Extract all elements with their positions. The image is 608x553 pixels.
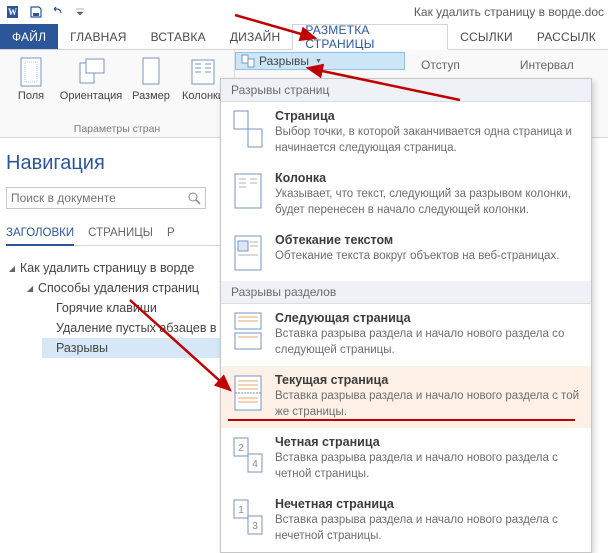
dd-title: Четная страница (275, 435, 581, 449)
oddpage-break-icon: 13 (231, 497, 265, 537)
dd-item-page[interactable]: Страница Выбор точки, в которой заканчив… (221, 102, 591, 164)
group-page-setup-label: Параметры стран (8, 121, 226, 135)
page-break-icon (231, 109, 265, 149)
columns-icon (187, 56, 219, 88)
undo-icon[interactable] (48, 3, 68, 21)
tab-mailings[interactable]: РАССЫЛК (525, 24, 608, 49)
tree-item-delete-paras[interactable]: Удаление пустых абзацев в (42, 318, 220, 338)
nav-title: Навигация (6, 152, 220, 175)
tab-page-layout[interactable]: РАЗМЕТКА СТРАНИЦЫ (292, 24, 448, 50)
dd-title: Страница (275, 109, 581, 123)
svg-text:W: W (8, 7, 17, 17)
chevron-down-icon: ▼ (315, 58, 322, 65)
margins-button[interactable]: Поля (8, 54, 54, 102)
breaks-dropdown: Разрывы страниц Страница Выбор точки, в … (220, 78, 592, 553)
size-icon (135, 56, 167, 88)
svg-text:4: 4 (252, 459, 258, 470)
collapse-icon[interactable]: ◢ (8, 264, 16, 273)
dd-title: Текущая страница (275, 373, 581, 387)
tab-file[interactable]: ФАЙЛ (0, 24, 58, 49)
title-bar: W Как удалить страницу в ворде.doc (0, 0, 608, 24)
nav-tab-pages[interactable]: СТРАНИЦЫ (88, 227, 153, 239)
nav-tabs: ЗАГОЛОВКИ СТРАНИЦЫ Р (6, 227, 220, 246)
tree-item-hotkeys[interactable]: Горячие клавиши (42, 298, 220, 318)
breaks-button[interactable]: Разрывы ▼ (235, 52, 405, 70)
nextpage-break-icon (231, 311, 265, 351)
orientation-label: Ориентация (60, 90, 122, 102)
nav-tab-headings[interactable]: ЗАГОЛОВКИ (6, 227, 74, 246)
evenpage-break-icon: 24 (231, 435, 265, 475)
tab-references[interactable]: ССЫЛКИ (448, 24, 525, 49)
dd-desc: Обтекание текста вокруг объектов на веб-… (275, 249, 581, 265)
nav-tab-results[interactable]: Р (167, 227, 175, 239)
word-app-icon[interactable]: W (4, 3, 24, 21)
dd-title: Обтекание текстом (275, 233, 581, 247)
dd-desc: Вставка разрыва раздела и начало нового … (275, 451, 581, 482)
size-button[interactable]: Размер (128, 54, 174, 102)
dd-title: Следующая страница (275, 311, 581, 325)
tab-insert[interactable]: ВСТАВКА (139, 24, 218, 49)
nav-search[interactable] (6, 187, 206, 209)
margins-label: Поля (18, 90, 44, 102)
svg-text:1: 1 (238, 505, 244, 516)
tree-item-methods[interactable]: ◢Способы удаления страниц (24, 278, 220, 298)
navigation-pane: Навигация ЗАГОЛОВКИ СТРАНИЦЫ Р ◢Как удал… (6, 152, 220, 358)
margins-icon (15, 56, 47, 88)
columns-label: Колонки (182, 90, 224, 102)
quick-access-toolbar: W (0, 3, 94, 21)
qat-customize-icon[interactable] (70, 3, 90, 21)
search-icon[interactable] (187, 191, 201, 205)
continuous-break-icon (231, 373, 265, 413)
svg-text:2: 2 (238, 443, 244, 454)
dd-item-evenpage[interactable]: 24 Четная страница Вставка разрыва разде… (221, 428, 591, 490)
nav-tree: ◢Как удалить страницу в ворде ◢Способы у… (6, 258, 220, 358)
textwrap-break-icon (231, 233, 265, 273)
dd-item-nextpage[interactable]: Следующая страница Вставка разрыва разде… (221, 304, 591, 366)
dd-title: Нечетная страница (275, 497, 581, 511)
breaks-label: Разрывы (259, 54, 309, 68)
size-label: Размер (132, 90, 170, 102)
interval-label: Интервал (520, 58, 574, 72)
tab-home[interactable]: ГЛАВНАЯ (58, 24, 138, 49)
window-title: Как удалить страницу в ворде.doc (414, 5, 608, 19)
dd-desc: Вставка разрыва раздела и начало нового … (275, 513, 581, 544)
dd-item-oddpage[interactable]: 13 Нечетная страница Вставка разрыва раз… (221, 490, 591, 552)
collapse-icon[interactable]: ◢ (26, 284, 34, 293)
dd-desc: Выбор точки, в которой заканчивается одн… (275, 125, 581, 156)
svg-text:3: 3 (252, 521, 258, 532)
nav-search-input[interactable] (11, 191, 187, 205)
dd-section-page-breaks: Разрывы страниц (221, 79, 591, 102)
dd-section-section-breaks: Разрывы разделов (221, 281, 591, 304)
orientation-icon (75, 56, 107, 88)
dd-desc: Указывает, что текст, следующий за разры… (275, 187, 581, 218)
breaks-icon (241, 54, 255, 68)
orientation-button[interactable]: Ориентация (60, 54, 122, 102)
dd-desc: Вставка разрыва раздела и начало нового … (275, 389, 581, 420)
column-break-icon (231, 171, 265, 211)
tree-item-breaks[interactable]: Разрывы (42, 338, 220, 358)
ribbon-tabs: ФАЙЛ ГЛАВНАЯ ВСТАВКА ДИЗАЙН РАЗМЕТКА СТР… (0, 24, 608, 50)
dd-title: Колонка (275, 171, 581, 185)
group-page-setup: Поля Ориентация Размер Колонки (0, 50, 235, 137)
dd-desc: Вставка разрыва раздела и начало нового … (275, 327, 581, 358)
indent-label: Отступ (421, 58, 460, 72)
save-icon[interactable] (26, 3, 46, 21)
dd-item-continuous[interactable]: Текущая страница Вставка разрыва раздела… (221, 366, 591, 428)
tree-root[interactable]: ◢Как удалить страницу в ворде (6, 258, 220, 278)
tab-design[interactable]: ДИЗАЙН (218, 24, 293, 49)
dd-item-textwrap[interactable]: Обтекание текстом Обтекание текста вокру… (221, 226, 591, 281)
dd-item-column[interactable]: Колонка Указывает, что текст, следующий … (221, 164, 591, 226)
